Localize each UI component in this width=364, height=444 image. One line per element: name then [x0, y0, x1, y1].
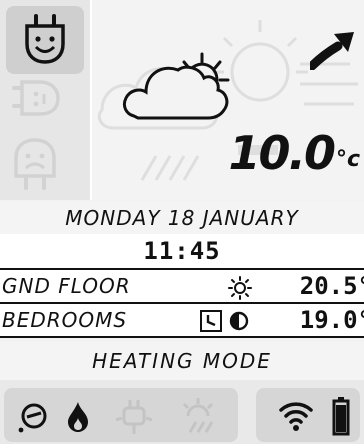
date-bar: MONDAY 18 JANUARY — [0, 202, 364, 234]
temperature-value: 10.0 — [228, 126, 335, 180]
mode-bar[interactable]: HEATING MODE — [0, 342, 364, 380]
zone-row-bedrooms[interactable]: BEDROOMS 19.0° — [0, 302, 364, 338]
zone-row-gnd-floor[interactable]: GND FLOOR 20.5° — [0, 268, 364, 302]
zones-list: GND FLOOR 20.5° BEDROOMS 19.0° — [0, 268, 364, 338]
status-panel: 10.0 °c — [0, 0, 364, 200]
sun-icon — [228, 276, 252, 300]
zone-name: BEDROOMS — [2, 308, 128, 332]
zone-name: GND FLOOR — [2, 274, 131, 298]
plug-neutral-icon — [12, 80, 60, 116]
wifi-icon[interactable] — [278, 398, 314, 432]
temperature-unit: °c — [335, 147, 360, 172]
pressure-gauge-icon[interactable] — [16, 400, 50, 434]
zone-temperature: 20.5° — [299, 272, 364, 300]
date-text: MONDAY 18 JANUARY — [65, 206, 299, 230]
plug-smile-button[interactable] — [6, 6, 84, 74]
zone-temperature: 19.0° — [299, 306, 364, 334]
plug-faded-icon — [115, 400, 153, 434]
flame-icon[interactable] — [66, 400, 90, 434]
outdoor-temperature: 10.0 °c — [228, 130, 360, 176]
plug-sad-icon — [14, 138, 56, 190]
timer-icon — [200, 310, 222, 332]
sun-faded-icon — [182, 398, 214, 433]
plug-smile-icon — [25, 14, 65, 64]
battery-icon — [332, 397, 350, 436]
half-moon-icon — [229, 311, 249, 331]
mode-label: HEATING MODE — [92, 349, 272, 373]
trend-up-arrow-icon — [310, 32, 354, 70]
bottom-status-bar — [0, 380, 364, 444]
plug-column — [0, 0, 92, 200]
weather-panel: 10.0 °c — [92, 0, 364, 200]
time-bar: 11:45 — [0, 234, 364, 268]
time-text: 11:45 — [143, 237, 221, 265]
